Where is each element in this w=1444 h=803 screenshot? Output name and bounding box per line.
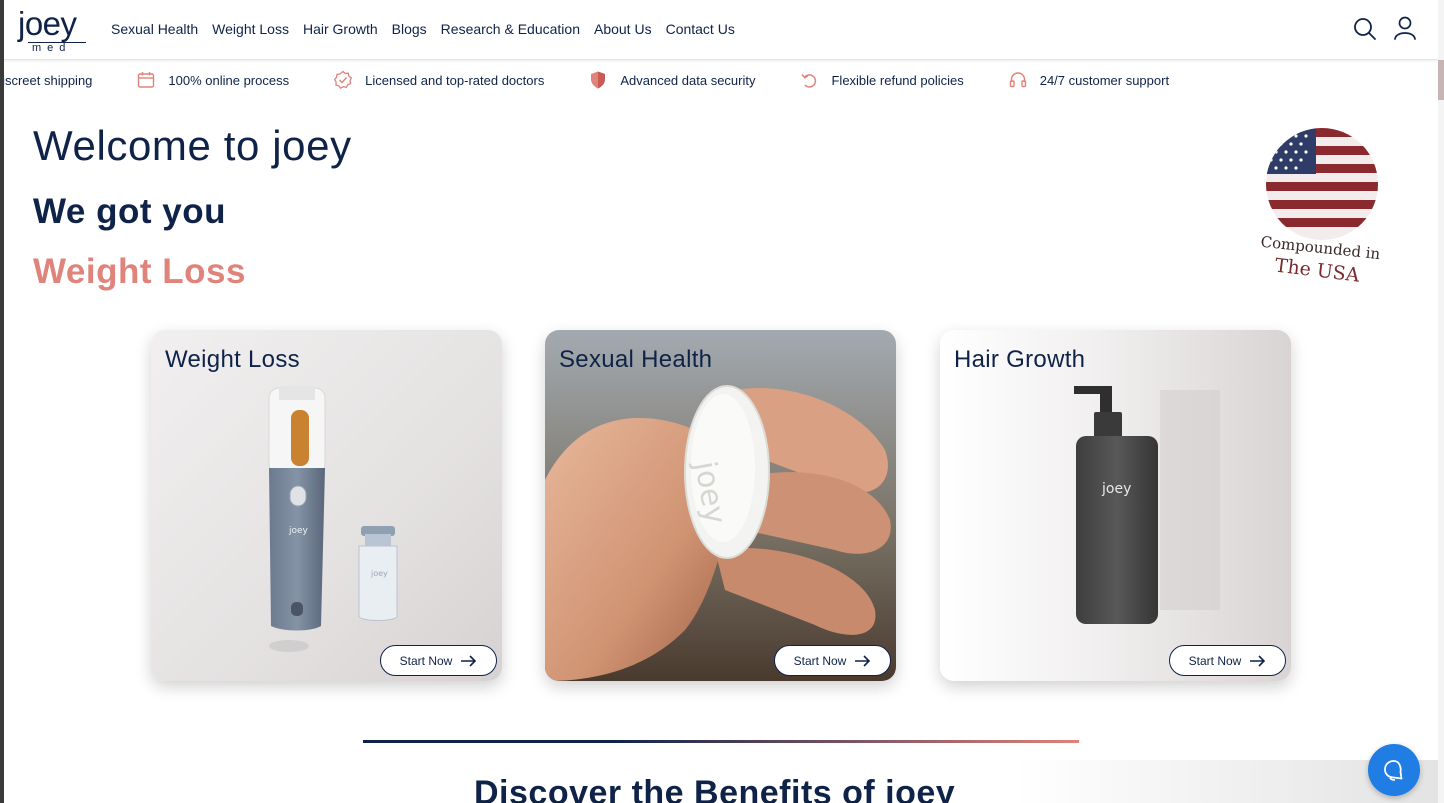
start-now-label: Start Now [1188, 653, 1242, 668]
card-title: Hair Growth [954, 346, 1086, 373]
product-card-weight-loss[interactable]: joey joey Weight Loss Start Now [151, 330, 502, 681]
ticker-item: Advanced data security [588, 70, 755, 90]
start-now-button[interactable]: Start Now [1169, 645, 1286, 676]
vial-brand-label: joey [370, 569, 388, 578]
main-nav: Sexual Health Weight Loss Hair Growth Bl… [104, 0, 742, 58]
ticker-item: 24/7 customer support [1008, 70, 1169, 90]
ticker-label: 24/7 customer support [1039, 72, 1170, 88]
ticker-item: 100% online process [136, 70, 289, 90]
flag-seal [1266, 128, 1378, 240]
card-title: Sexual Health [559, 346, 713, 373]
header-actions [1352, 14, 1418, 42]
logo-subtext: med [32, 42, 72, 54]
start-now-label: Start Now [399, 653, 453, 668]
nav-weight-loss[interactable]: Weight Loss [205, 21, 296, 37]
user-icon[interactable] [1392, 14, 1418, 42]
ticker-label: Flexible refund policies [831, 72, 964, 88]
arrow-right-icon [461, 654, 477, 667]
weight-loss-product-image: joey joey [151, 330, 502, 681]
start-now-button[interactable]: Start Now [380, 645, 497, 676]
discover-heading: Discover the Benefits of joey [474, 774, 956, 803]
ticker-label: Advanced data security [620, 72, 756, 88]
product-card-hair-growth[interactable]: joey Hair Growth Start Now [940, 330, 1291, 681]
product-card-sexual-health[interactable]: joey Sexual Health Start Now [545, 330, 896, 681]
ticker-item: Licensed and top-rated doctors [333, 70, 544, 90]
ticker-track: d discreet shipping 100% online process … [4, 60, 1213, 100]
ticker-item: d discreet shipping [4, 73, 92, 88]
nav-about-us[interactable]: About Us [587, 21, 659, 37]
hair-growth-product-image: joey [940, 330, 1291, 681]
arrow-right-icon [855, 654, 871, 667]
ticker-item: Flexible refund policies [799, 70, 964, 90]
nav-blogs[interactable]: Blogs [385, 21, 434, 37]
section-divider [363, 740, 1079, 743]
hero-rotating-text: Weight Loss [33, 252, 246, 291]
nav-hair-growth[interactable]: Hair Growth [296, 21, 385, 37]
joey-med-logo[interactable]: joey med [18, 4, 90, 56]
benefits-ticker: d discreet shipping 100% online process … [4, 60, 1438, 100]
start-now-button[interactable]: Start Now [774, 645, 891, 676]
card-title: Weight Loss [165, 346, 300, 373]
nav-contact-us[interactable]: Contact Us [659, 21, 742, 37]
verified-badge-icon [333, 70, 353, 90]
arrow-right-icon [1250, 654, 1266, 667]
shield-icon [591, 71, 606, 89]
headset-icon [1009, 72, 1026, 88]
page-viewport: joey med Sexual Health Weight Loss Hair … [4, 0, 1438, 803]
compounded-in-usa-badge: Compounded in The USA [1260, 128, 1381, 287]
scroll-thumb[interactable] [1438, 60, 1444, 100]
window-edge [1438, 0, 1444, 803]
start-now-label: Start Now [793, 653, 847, 668]
chat-button[interactable] [1368, 744, 1420, 796]
ticker-label: Licensed and top-rated doctors [365, 72, 545, 88]
hero-welcome-heading: Welcome to joey [33, 122, 352, 169]
refund-icon [801, 74, 817, 88]
search-icon[interactable] [1352, 14, 1378, 42]
ticker-label: d discreet shipping [4, 72, 93, 88]
pen-brand-label: joey [288, 526, 309, 536]
chat-icon [1384, 760, 1403, 781]
nav-research-education[interactable]: Research & Education [434, 21, 587, 37]
ticker-label: 100% online process [168, 72, 290, 88]
nav-sexual-health[interactable]: Sexual Health [104, 21, 205, 37]
logo-wordmark: joey [18, 5, 77, 42]
bottle-brand-label: joey [1101, 481, 1131, 497]
calendar-icon [138, 72, 155, 88]
site-header: joey med Sexual Health Weight Loss Hair … [4, 0, 1438, 60]
hero-subheading: We got you [33, 192, 226, 231]
sexual-health-product-image: joey [545, 330, 896, 681]
